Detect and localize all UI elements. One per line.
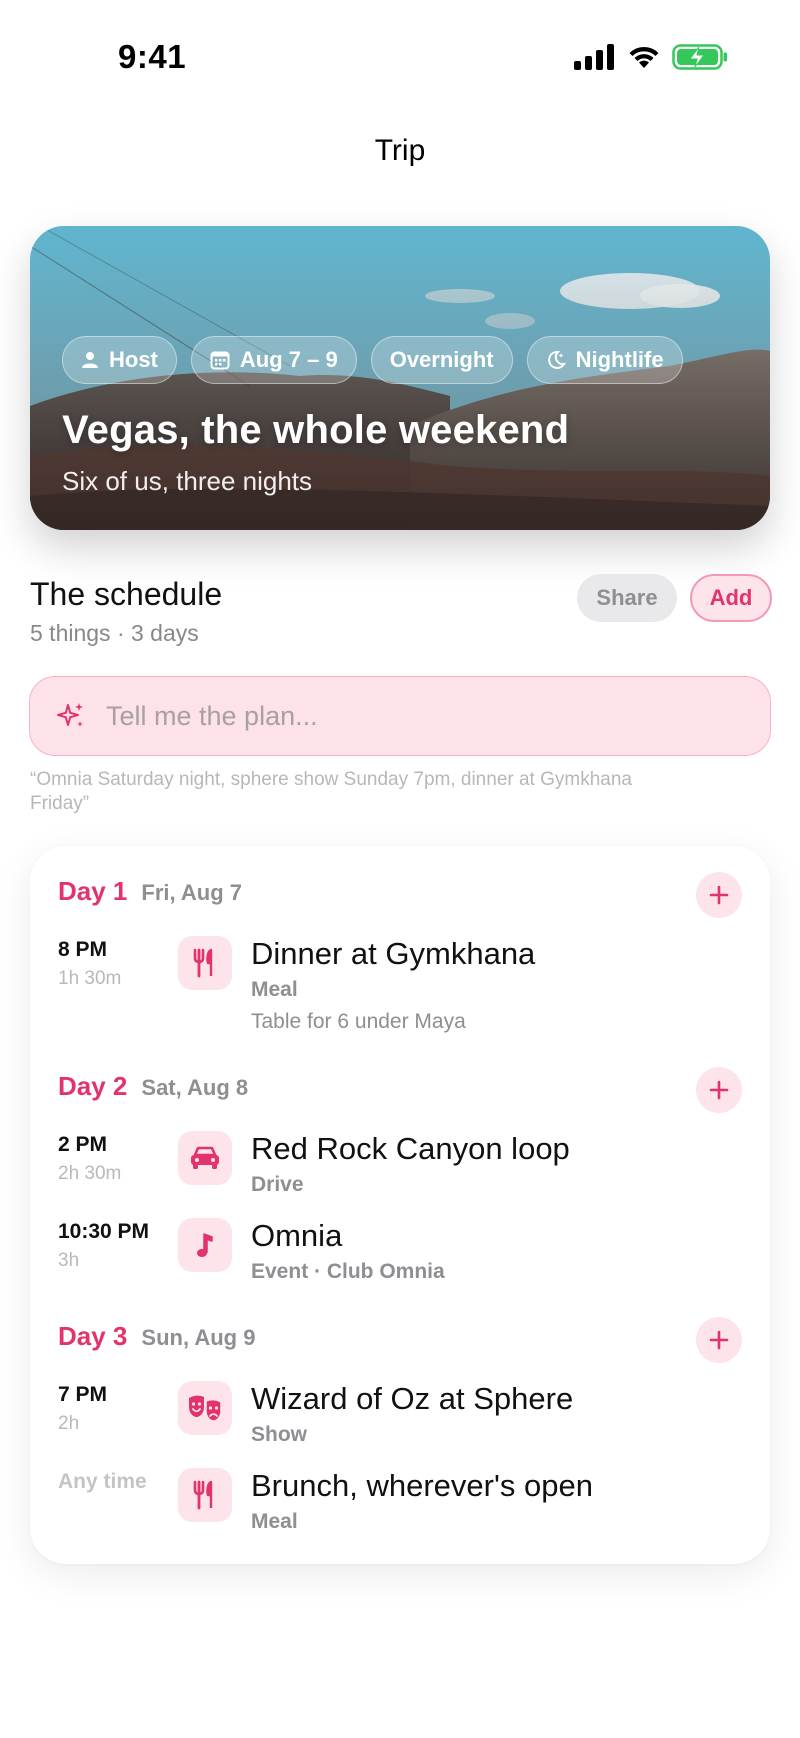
cellular-signal-icon	[574, 44, 614, 70]
item-title: Dinner at Gymkhana	[251, 936, 536, 971]
music-note-icon	[197, 1233, 213, 1257]
nav-title: Trip	[374, 134, 426, 167]
chip-label: Aug 7 – 9	[239, 347, 338, 372]
chip-label: Host	[109, 347, 158, 372]
car-icon	[191, 1146, 219, 1169]
item-icon-tile	[178, 936, 232, 990]
item-duration: 3h	[58, 1250, 80, 1271]
add-button[interactable]: Add	[690, 574, 772, 622]
fork-knife-icon	[193, 948, 213, 978]
plan-input-placeholder: Tell me the plan...	[106, 700, 318, 731]
item-time: 10:30 PM	[58, 1220, 150, 1243]
chip-host[interactable]: Host	[62, 336, 177, 384]
theater-masks-icon	[189, 1395, 222, 1422]
item-icon-tile	[178, 1131, 232, 1185]
chip-nightlife[interactable]: Nightlife	[526, 336, 683, 384]
status-icons	[574, 42, 728, 72]
plus-icon	[709, 1080, 729, 1100]
schedule-subtitle: 5 things · 3 days	[30, 620, 199, 646]
day-date: Sun, Aug 9	[141, 1325, 256, 1350]
list-item[interactable]: 10:30 PM 3h Omnia Event · Club Omnia	[58, 1218, 748, 1298]
item-category: Drive	[251, 1173, 304, 1196]
trip-hero-card[interactable]: Host Aug 7 – 9 Overnight Nightlife Vegas…	[30, 226, 770, 530]
item-duration: 2h	[58, 1413, 80, 1434]
add-item-button[interactable]	[696, 872, 742, 918]
item-title: Omnia	[251, 1218, 343, 1253]
list-item[interactable]: 2 PM 2h 30m Red Rock Canyon loop Drive	[58, 1131, 748, 1211]
person-icon	[82, 352, 98, 368]
schedule-card: Day 1 Fri, Aug 7 8 PM 1h 30m Dinner at G…	[30, 846, 770, 1564]
day-date: Fri, Aug 7	[141, 880, 243, 905]
add-item-button[interactable]	[696, 1317, 742, 1363]
chip-dates[interactable]: Aug 7 – 9	[190, 336, 357, 384]
item-title: Red Rock Canyon loop	[251, 1131, 570, 1166]
day-header: Day 1 Fri, Aug 7	[58, 876, 242, 907]
calendar-icon	[210, 351, 230, 370]
item-note: Table for 6 under Maya	[251, 1010, 466, 1033]
item-category: Event · Club Omnia	[251, 1260, 445, 1283]
item-time: 7 PM	[58, 1383, 108, 1406]
status-bar: 9:41	[0, 0, 800, 118]
item-icon-tile	[178, 1468, 232, 1522]
item-time: 8 PM	[58, 938, 108, 961]
sparkle-icon	[57, 703, 83, 727]
day-date: Sat, Aug 8	[141, 1075, 249, 1100]
status-time: 9:41	[118, 38, 187, 75]
hero-chips: Host Aug 7 – 9 Overnight Nightlife	[62, 336, 683, 384]
item-category: Meal	[251, 978, 298, 1001]
list-item[interactable]: 8 PM 1h 30m Dinner at Gymkhana Meal Tabl…	[58, 936, 748, 1046]
item-time: 2 PM	[58, 1133, 108, 1156]
list-item[interactable]: 7 PM 2h Wizard of Oz at Sphere Show	[58, 1381, 748, 1461]
battery-charging-icon	[672, 44, 727, 70]
moon-icon	[547, 350, 566, 369]
item-time: Any time	[58, 1470, 147, 1493]
day-header: Day 2 Sat, Aug 8	[58, 1071, 248, 1102]
plus-icon	[709, 885, 729, 905]
plus-icon	[709, 1330, 729, 1350]
trip-subtitle: Six of us, three nights	[62, 466, 313, 496]
item-duration: 1h 30m	[58, 968, 122, 989]
plan-hint: “Omnia Saturday night, sphere show Sunda…	[30, 769, 632, 814]
trip-title: Vegas, the whole weekend	[62, 408, 570, 452]
day-header: Day 3 Sun, Aug 9	[58, 1321, 255, 1352]
item-title: Wizard of Oz at Sphere	[251, 1381, 574, 1416]
item-title: Brunch, wherever's open	[251, 1468, 593, 1503]
item-icon-tile	[178, 1381, 232, 1435]
day-label: Day 1	[58, 876, 128, 906]
item-category: Meal	[251, 1510, 298, 1533]
share-button[interactable]: Share	[577, 574, 677, 622]
chip-label: Overnight	[389, 347, 494, 372]
add-item-button[interactable]	[696, 1067, 742, 1113]
fork-knife-icon	[193, 1480, 213, 1510]
list-item[interactable]: Any time Brunch, wherever's open Meal	[58, 1468, 748, 1548]
chip-overnight[interactable]: Overnight	[370, 336, 513, 384]
plan-input[interactable]: Tell me the plan...	[29, 676, 771, 756]
item-duration: 2h 30m	[58, 1163, 122, 1184]
wifi-icon	[629, 46, 659, 68]
day-label: Day 3	[58, 1321, 128, 1351]
item-icon-tile	[178, 1218, 232, 1272]
chip-label: Nightlife	[575, 347, 664, 372]
item-category: Show	[251, 1423, 307, 1446]
schedule-title: The schedule	[30, 576, 223, 612]
day-label: Day 2	[58, 1071, 128, 1101]
